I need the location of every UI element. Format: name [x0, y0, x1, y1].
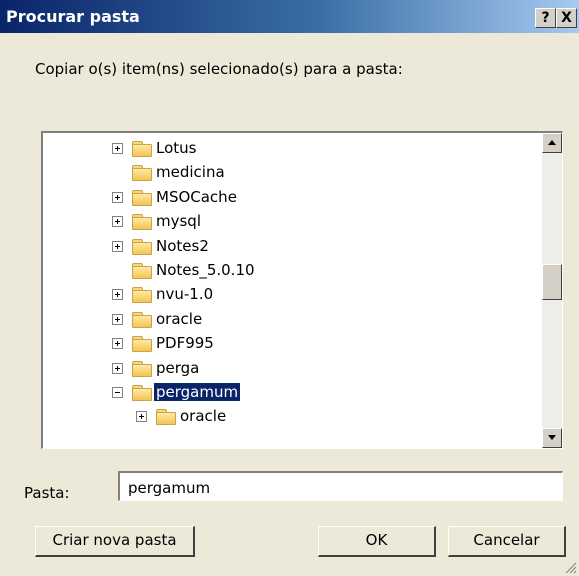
- scroll-up-button[interactable]: [542, 133, 562, 153]
- tree-items: Lotus medicina MSOCache mysql Notes2 Notes_5.…: [43, 133, 533, 448]
- folder-icon: [132, 238, 152, 255]
- tree-node-label: perga: [156, 358, 200, 377]
- tree-node-label: Lotus: [156, 139, 197, 157]
- tree-node[interactable]: Notes_5.0.10: [43, 260, 533, 284]
- folder-label: Pasta:: [24, 484, 70, 502]
- open-folder-icon: [132, 385, 152, 401]
- tree-node-label: PDF995: [156, 334, 214, 353]
- tree-node[interactable]: oracle: [43, 406, 533, 430]
- expand-icon[interactable]: [112, 362, 123, 374]
- folder-icon: [132, 141, 152, 157]
- scroll-down-button[interactable]: [542, 428, 562, 448]
- new-folder-label: Criar nova pasta: [52, 531, 177, 549]
- folder-icon: [132, 311, 152, 328]
- tree-node-label: MSOCache: [156, 187, 237, 206]
- tree-node[interactable]: oracle: [43, 309, 533, 333]
- tree-node[interactable]: MSOCache: [43, 187, 533, 211]
- tree-node[interactable]: PDF995: [43, 333, 533, 357]
- tree-node[interactable]: nvu-1.0: [43, 284, 533, 308]
- help-button[interactable]: ?: [535, 8, 556, 28]
- new-folder-button[interactable]: Criar nova pasta: [35, 526, 195, 557]
- tree-node[interactable]: mysql: [43, 211, 533, 235]
- expand-icon[interactable]: [112, 338, 123, 350]
- tree-node-label: mysql: [156, 212, 201, 231]
- folder-icon: [132, 263, 152, 279]
- ok-label: OK: [365, 531, 388, 549]
- folder-icon: [132, 189, 152, 206]
- tree-node[interactable]: pergamum: [43, 382, 533, 406]
- tree-node-label: nvu-1.0: [156, 285, 214, 304]
- expand-icon[interactable]: [112, 191, 123, 203]
- close-button[interactable]: X: [556, 8, 577, 28]
- expand-icon[interactable]: [112, 240, 123, 252]
- dialog-prompt: Copiar o(s) item(ns) selecionado(s) para…: [35, 60, 403, 78]
- tree-node-label: Notes_5.0.10: [156, 261, 255, 279]
- tree-node-label: medicina: [156, 163, 225, 182]
- resize-grip-icon[interactable]: [563, 560, 577, 574]
- scroll-thumb[interactable]: [542, 264, 562, 300]
- cancel-label: Cancelar: [473, 531, 540, 549]
- cancel-button[interactable]: Cancelar: [448, 526, 566, 557]
- arrow-up-icon: [548, 140, 556, 145]
- folder-icon: [132, 165, 152, 182]
- tree-node[interactable]: Notes2: [43, 236, 533, 260]
- expand-icon[interactable]: [136, 411, 147, 423]
- tree-node-label: Notes2: [156, 236, 209, 255]
- dialog-title: Procurar pasta: [6, 7, 140, 26]
- expand-icon[interactable]: [112, 289, 123, 301]
- folder-input[interactable]: pergamum: [118, 471, 563, 501]
- expand-icon[interactable]: [112, 313, 123, 325]
- tree-node-label: pergamum: [152, 382, 242, 402]
- folder-icon: [132, 360, 152, 377]
- expand-icon[interactable]: [112, 143, 123, 154]
- title-bar: Procurar pasta ? X: [0, 0, 579, 33]
- tree-scrollbar[interactable]: [542, 133, 562, 448]
- tree-node-label: oracle: [156, 309, 203, 328]
- tree-node[interactable]: Lotus: [43, 138, 533, 162]
- tree-node[interactable]: perga: [43, 358, 533, 382]
- folder-icon: [132, 214, 152, 231]
- folder-tree[interactable]: Lotus medicina MSOCache mysql Notes2 Notes_5.…: [41, 131, 563, 449]
- expand-icon[interactable]: [112, 216, 123, 228]
- ok-button[interactable]: OK: [318, 526, 436, 557]
- tree-node-label: oracle: [180, 407, 227, 426]
- folder-icon: [132, 336, 152, 353]
- folder-icon: [156, 409, 176, 426]
- folder-icon: [132, 287, 152, 304]
- tree-node[interactable]: medicina: [43, 162, 533, 186]
- arrow-down-icon: [548, 435, 556, 440]
- collapse-icon[interactable]: [112, 387, 123, 398]
